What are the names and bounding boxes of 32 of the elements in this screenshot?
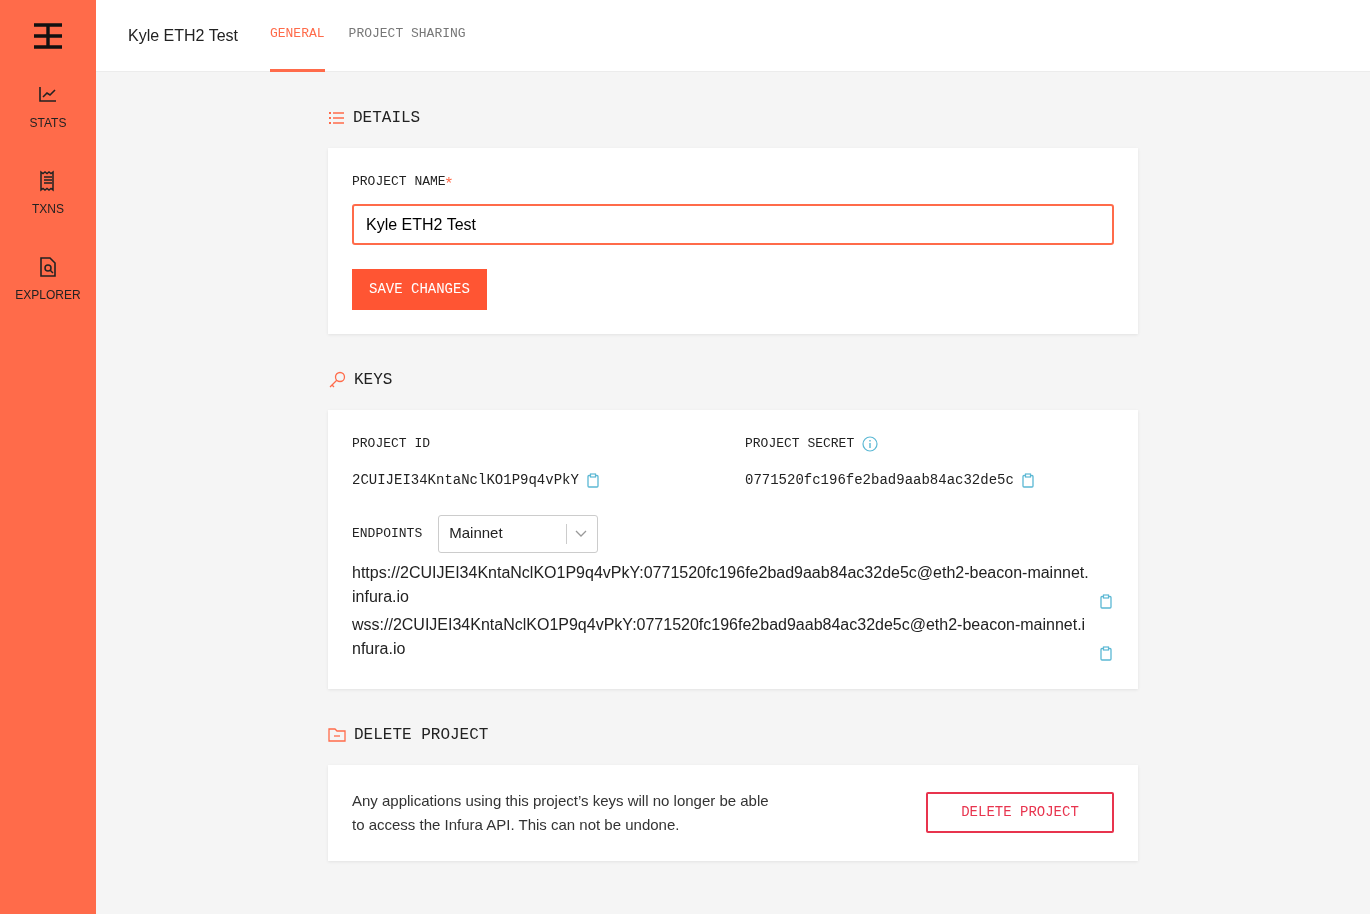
section-heading: KEYS <box>354 370 393 391</box>
folder-icon <box>328 727 346 742</box>
required-mark: * <box>445 174 452 194</box>
endpoint-url: wss://2CUIJEI34KntaNclKO1P9q4vPkY:0771520fc196fe2bad9aab84ac32de5c@eth2-beacon-mainnet.infura.io <box>352 614 1087 659</box>
field-label: PROJECT NAME <box>352 173 446 191</box>
tab[interactable]: PROJECT SHARING <box>348 0 466 72</box>
list-icon <box>328 111 345 125</box>
field-label: PROJECT ID <box>352 435 431 453</box>
project-secret: 0771520fc196fe2bad9aab84ac32de5c <box>745 470 1014 490</box>
chevron-down-icon <box>575 529 588 538</box>
project-title: Kyle ETH2 Test <box>128 25 238 46</box>
sidebar-item[interactable]: STATS <box>29 114 67 132</box>
save-changes-button[interactable]: SAVE CHANGES <box>352 269 487 310</box>
sidebar-item[interactable]: TXNS <box>32 200 64 218</box>
section-heading: DETAILS <box>353 108 421 129</box>
field-label: ENDPOINTS <box>352 524 423 543</box>
logo-icon <box>33 22 63 50</box>
clipboard-icon <box>1100 645 1112 661</box>
project-id: 2CUIJEI34KntaNclKO1P9q4vPkY <box>352 470 579 490</box>
warning-text: Any applications using this project’s keys will no longer be able to access the Infura API. This can not be undone. <box>352 790 770 835</box>
sidebar-item[interactable]: EXPLORER <box>15 286 81 304</box>
section-heading: DELETE PROJECT <box>354 724 489 746</box>
key-icon <box>328 371 346 389</box>
info-icon <box>862 435 879 452</box>
project-name-input[interactable]: Kyle ETH2 Test <box>352 204 1114 245</box>
clipboard-icon <box>1100 593 1112 609</box>
document-search-icon <box>37 256 59 278</box>
field-label: PROJECT SECRET <box>745 435 855 453</box>
network-dropdown[interactable]: Mainnet <box>438 514 599 553</box>
delete-project-button[interactable]: DELETE PROJECT <box>926 792 1114 833</box>
clipboard-icon <box>586 472 599 488</box>
clipboard-icon <box>1021 472 1034 488</box>
